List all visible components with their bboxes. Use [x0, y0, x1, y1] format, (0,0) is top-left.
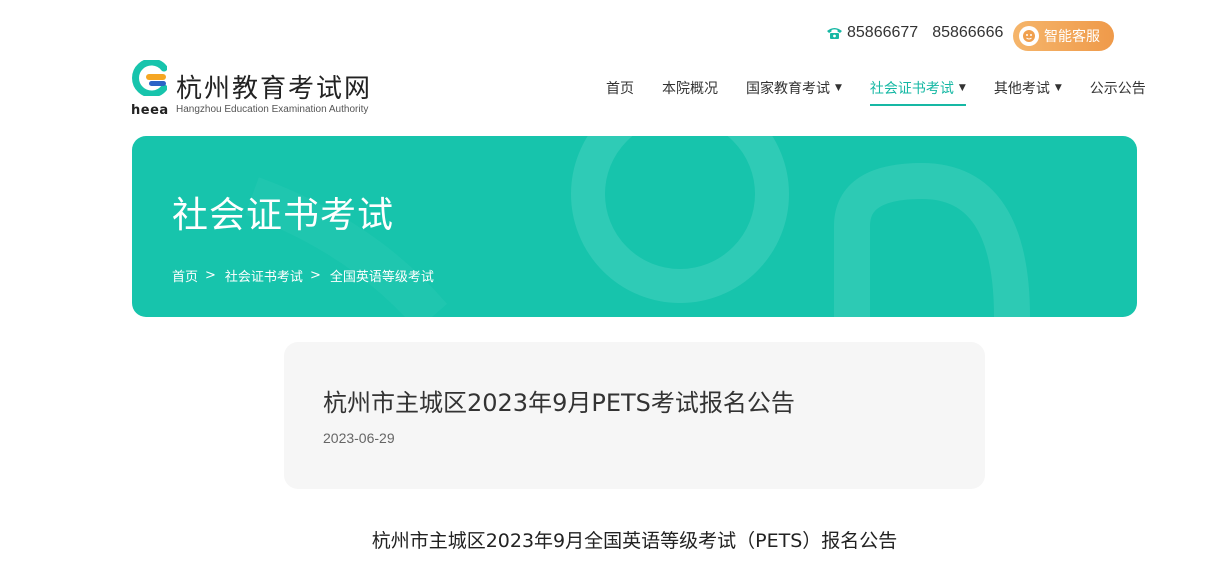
caret-down-icon: ▼ — [958, 83, 966, 93]
breadcrumb-pets[interactable]: 全国英语等级考试 — [330, 266, 434, 285]
logo-mark-icon — [132, 60, 167, 96]
article-title: 杭州市主城区2023年9月PETS考试报名公告 — [323, 389, 795, 417]
site-name-english: Hangzhou Education Examination Authority — [176, 104, 369, 115]
phone-number-2: 85866666 — [932, 24, 1004, 41]
phone-icon — [826, 26, 843, 40]
smart-service-button[interactable]: 智能客服 — [1013, 21, 1114, 51]
breadcrumb-social-certificate-exams[interactable]: 社会证书考试 — [225, 266, 303, 285]
nav-item-social-certificate-exams[interactable]: 社会证书考试 ▼ — [869, 78, 966, 106]
nav-item-other-exams[interactable]: 其他考试 ▼ — [994, 78, 1062, 106]
phone-number-1: 85866677 — [847, 24, 919, 41]
site-name: 杭州教育考试网 — [176, 74, 373, 104]
article-date: 2023-06-29 — [323, 430, 395, 446]
nav-item-label: 本院概况 — [662, 81, 718, 97]
article-header-card: 杭州市主城区2023年9月PETS考试报名公告 2023-06-29 — [284, 342, 985, 489]
nav-item-about[interactable]: 本院概况 — [662, 78, 718, 106]
section-banner: 社会证书考试 首页 > 社会证书考试 > 全国英语等级考试 — [132, 136, 1137, 317]
nav-item-label: 公示公告 — [1089, 81, 1146, 97]
site-logo[interactable]: heea 杭州教育考试网 Hangzhou Education Examinat… — [131, 60, 401, 120]
logo-abbr: heea — [131, 103, 169, 118]
nav-item-label: 其他考试 — [993, 81, 1050, 97]
article-body-heading: 杭州市主城区2023年9月全国英语等级考试（PETS）报名公告 — [371, 530, 898, 552]
main-nav: 首页 本院概况 国家教育考试 ▼ 社会证书考试 ▼ 其他考试 ▼ 公示公告 — [606, 78, 1146, 106]
caret-down-icon: ▼ — [835, 83, 842, 93]
nav-item-label: 社会证书考试 — [869, 81, 954, 97]
nav-item-national-exams[interactable]: 国家教育考试 ▼ — [746, 78, 842, 106]
contact-bar: 85866677 85866666 — [826, 24, 1003, 42]
nav-item-label: 国家教育考试 — [746, 81, 830, 97]
breadcrumb-home[interactable]: 首页 — [172, 266, 198, 285]
breadcrumb-separator: > — [205, 268, 216, 283]
nav-item-home[interactable]: 首页 — [606, 78, 634, 106]
chat-robot-icon — [1019, 26, 1039, 46]
caret-down-icon: ▼ — [1054, 83, 1062, 93]
breadcrumb-separator: > — [309, 268, 321, 283]
nav-item-announcements[interactable]: 公示公告 — [1090, 78, 1146, 106]
breadcrumb: 首页 > 社会证书考试 > 全国英语等级考试 — [172, 266, 434, 285]
nav-item-label: 首页 — [606, 81, 634, 97]
smart-service-label: 智能客服 — [1044, 29, 1100, 45]
banner-title: 社会证书考试 — [172, 195, 395, 236]
